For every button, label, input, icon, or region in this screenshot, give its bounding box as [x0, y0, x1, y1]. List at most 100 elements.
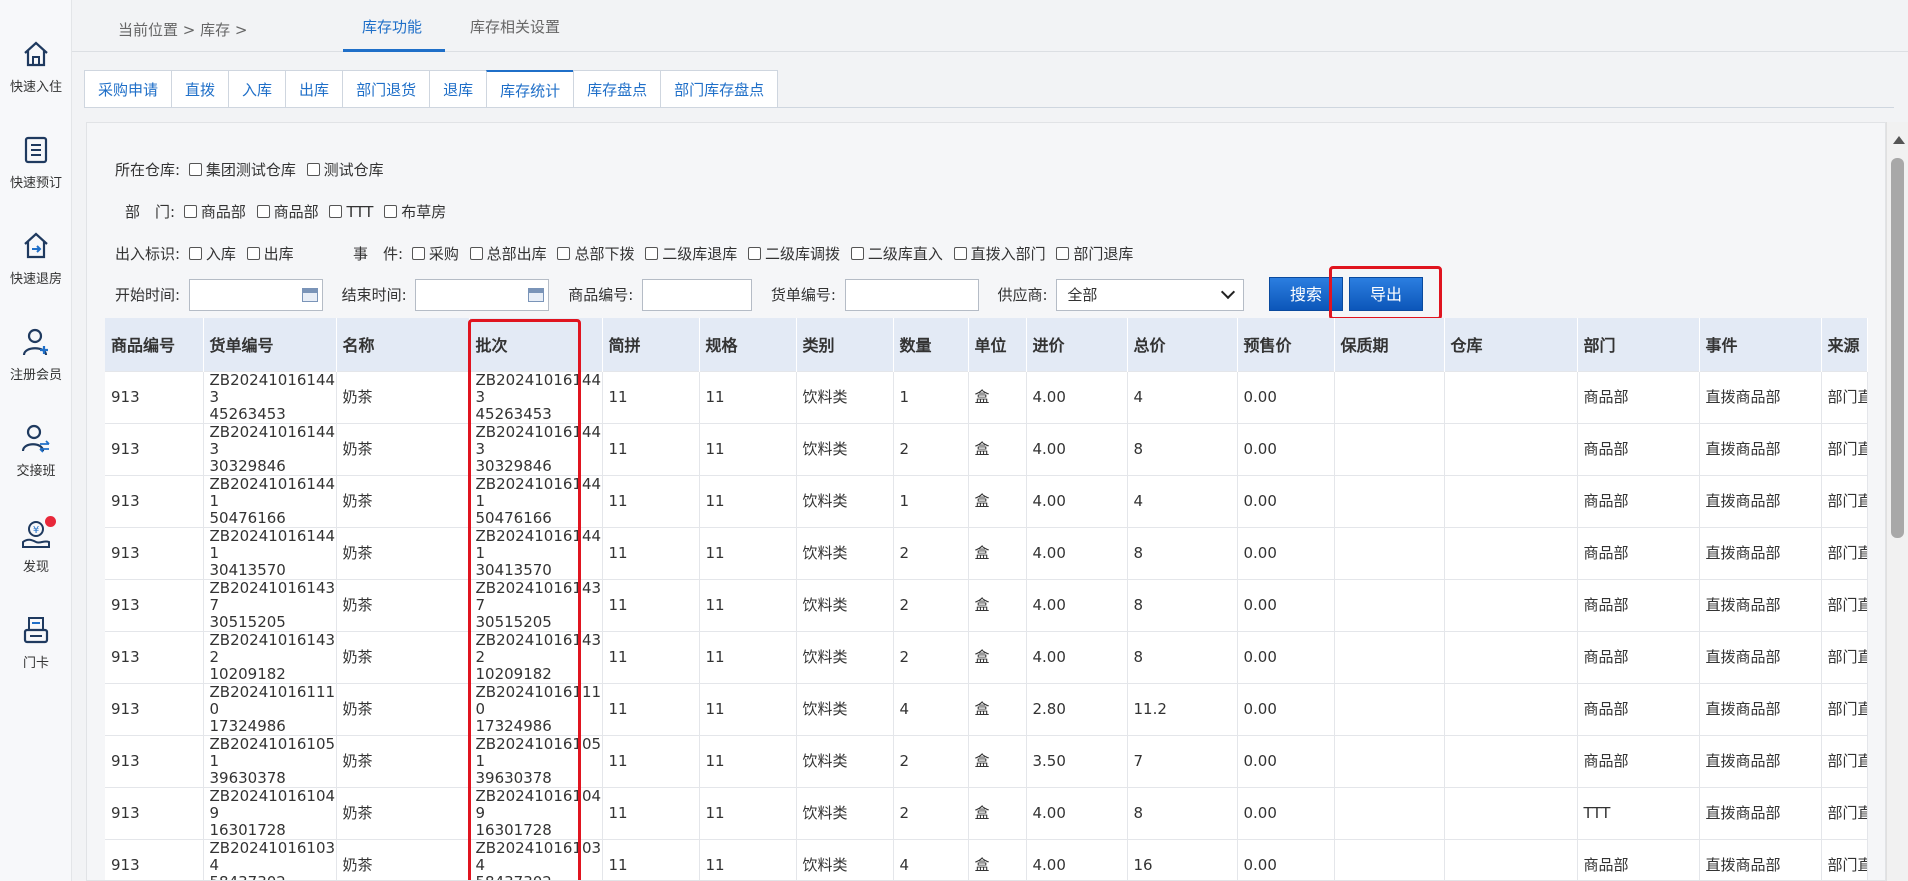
table-cell: [1334, 734, 1445, 787]
table-cell: 部门直: [1821, 630, 1868, 683]
supplier-select[interactable]: 全部: [1056, 279, 1245, 311]
warehouse-checkbox[interactable]: [306, 163, 320, 176]
table-cell: 0.00: [1237, 422, 1335, 475]
supplier-label: 供应商:: [997, 285, 1048, 304]
sidebar-item-label: 发现: [22, 560, 49, 575]
calendar-icon[interactable]: [301, 288, 318, 302]
subtab-direct-transfer[interactable]: 直拨: [171, 70, 229, 108]
table-cell: 11: [602, 734, 700, 787]
svg-text:¥: ¥: [33, 525, 39, 536]
end-time-label: 结束时间:: [341, 285, 407, 304]
start-time-input[interactable]: [188, 279, 323, 311]
event-checkbox[interactable]: [411, 247, 425, 260]
table-cell: 16: [1127, 838, 1238, 880]
table-cell: 11: [699, 422, 797, 475]
table-row[interactable]: 913 ZB202410161441 30413570 奶茶 ZB20241016144…: [105, 526, 1868, 579]
event-checkbox[interactable]: [1056, 247, 1070, 260]
event-checkbox[interactable]: [469, 247, 483, 260]
table-row[interactable]: 913 ZB202410161441 50476166 奶茶 ZB20241016144…: [105, 474, 1868, 527]
table-cell: 直拨商品部: [1699, 734, 1822, 787]
sidebar-item-quick-booking[interactable]: 快速预订: [0, 134, 72, 191]
table-row[interactable]: 913 ZB202410161051 39630378 奶茶 ZB20241016105…: [105, 734, 1868, 787]
breadcrumb: 当前位置 > 库存 >: [118, 21, 248, 39]
sidebar-item-door-card[interactable]: 门卡: [0, 614, 72, 671]
main-panel: 所在仓库: 集团测试仓库 测试仓库 部 门: 商品部 商品部 TTT 布草房 出…: [86, 122, 1886, 881]
warehouse-checkbox[interactable]: [188, 163, 202, 176]
subtab-stock-in[interactable]: 入库: [228, 70, 286, 108]
dept-checkbox[interactable]: [329, 205, 343, 218]
io-label: 出入标识:: [115, 245, 181, 263]
end-time-input[interactable]: [415, 279, 550, 311]
column-header: 规格: [699, 318, 797, 371]
sidebar-item-register-member[interactable]: 注册会员: [0, 326, 72, 383]
table-cell: 部门直: [1821, 422, 1868, 475]
table-cell: ZB202410161441 30413570: [203, 526, 337, 579]
table-header-row: 商品编号 货单编号 名称 批次 简拼 规格 类别 数量 单位 进价 总价 预售价 保质期 仓库 部门 事件 来源: [105, 318, 1868, 371]
table-row[interactable]: 913 ZB202410161437 30515205 奶茶 ZB20241016143…: [105, 578, 1868, 631]
subtab-return-to-stock[interactable]: 退库: [429, 70, 487, 108]
sidebar-item-shift-handover[interactable]: 交接班: [0, 422, 72, 479]
sidebar-item-quick-checkout[interactable]: 快速退房: [0, 230, 72, 287]
option-label: 集团测试仓库: [205, 161, 296, 179]
option-label: 商品部: [200, 203, 246, 221]
option-label: 总部下拨: [574, 245, 635, 263]
tab-inventory-settings[interactable]: 库存相关设置: [470, 16, 560, 37]
dept-checkbox[interactable]: [256, 205, 270, 218]
table-cell: 2.80: [1026, 682, 1128, 735]
subtab-purchase-request[interactable]: 采购申请: [84, 70, 172, 108]
table-cell: 直拨商品部: [1699, 838, 1822, 880]
subtab-dept-inventory-check[interactable]: 部门库存盘点: [660, 70, 779, 108]
table-body: 913 ZB202410161443 45263453 奶茶 ZB20241016144…: [105, 370, 1868, 880]
table-cell: ZB20241016103458437302: [203, 838, 337, 880]
event-checkbox[interactable]: [953, 247, 967, 260]
table-cell: 1: [893, 370, 969, 423]
table-row[interactable]: 913 ZB202410161110 17324986 奶茶 ZB20241016111…: [105, 682, 1868, 735]
scroll-up-icon[interactable]: [1893, 136, 1905, 144]
table-cell: [1334, 474, 1445, 527]
subtab-inventory-statistics[interactable]: 库存统计: [486, 70, 574, 108]
table-cell: 直拨商品部: [1699, 630, 1822, 683]
option-label: 直拨入部门: [970, 245, 1046, 263]
active-tab-underline: [343, 49, 445, 52]
dept-checkbox[interactable]: [384, 205, 398, 218]
event-checkbox[interactable]: [850, 247, 864, 260]
subtab-stock-out[interactable]: 出库: [285, 70, 343, 108]
io-checkbox[interactable]: [246, 247, 260, 260]
table-cell: 盒: [968, 422, 1027, 475]
event-checkbox[interactable]: [645, 247, 659, 260]
option-label: 部门退库: [1073, 245, 1134, 263]
subtab-dept-return[interactable]: 部门退货: [342, 70, 430, 108]
table-cell: 饮料类: [796, 630, 894, 683]
table-cell: 0.00: [1237, 370, 1335, 423]
table-cell: ZB202410161443 30329846: [203, 422, 337, 475]
option-label: TTT: [346, 203, 374, 221]
calendar-icon[interactable]: [528, 288, 545, 302]
option-label: 二级库退库: [662, 245, 738, 263]
scrollbar-thumb[interactable]: [1891, 158, 1904, 538]
table-row[interactable]: 913ZB20241016103458437302奶茶ZB20241016103…: [105, 838, 1868, 880]
order-no-input[interactable]: [844, 279, 979, 311]
io-checkbox[interactable]: [188, 247, 202, 260]
filter-dept-row: 部 门: 商品部 商品部 TTT 布草房: [125, 201, 452, 222]
table-cell: 0.00: [1237, 526, 1335, 579]
table-row[interactable]: 913 ZB202410161443 30329846 奶茶 ZB20241016144…: [105, 422, 1868, 475]
sidebar-item-quick-checkin[interactable]: 快速入住: [0, 38, 72, 95]
option-label: 入库: [205, 245, 236, 263]
document-list-icon: [20, 134, 52, 166]
table-cell: 部门直: [1821, 526, 1868, 579]
dept-checkbox[interactable]: [183, 205, 197, 218]
tab-inventory-functions[interactable]: 库存功能: [362, 16, 422, 37]
column-header: 类别: [796, 318, 894, 371]
table-cell: [1334, 786, 1445, 839]
event-checkbox[interactable]: [557, 247, 571, 260]
table-row[interactable]: 913 ZB202410161049 16301728 奶茶 ZB20241016104…: [105, 786, 1868, 839]
subtab-inventory-check[interactable]: 库存盘点: [573, 70, 661, 108]
vertical-scrollbar[interactable]: [1886, 122, 1908, 881]
product-no-input[interactable]: [642, 279, 753, 311]
sidebar-item-discover[interactable]: ¥ 发现: [0, 516, 72, 575]
event-checkbox[interactable]: [748, 247, 762, 260]
table-row[interactable]: 913 ZB202410161432 10209182 奶茶 ZB20241016143…: [105, 630, 1868, 683]
table-cell: 11: [699, 786, 797, 839]
filter-io-row: 出入标识: 入库 出库: [115, 243, 300, 264]
table-row[interactable]: 913 ZB202410161443 45263453 奶茶 ZB20241016144…: [105, 370, 1868, 423]
